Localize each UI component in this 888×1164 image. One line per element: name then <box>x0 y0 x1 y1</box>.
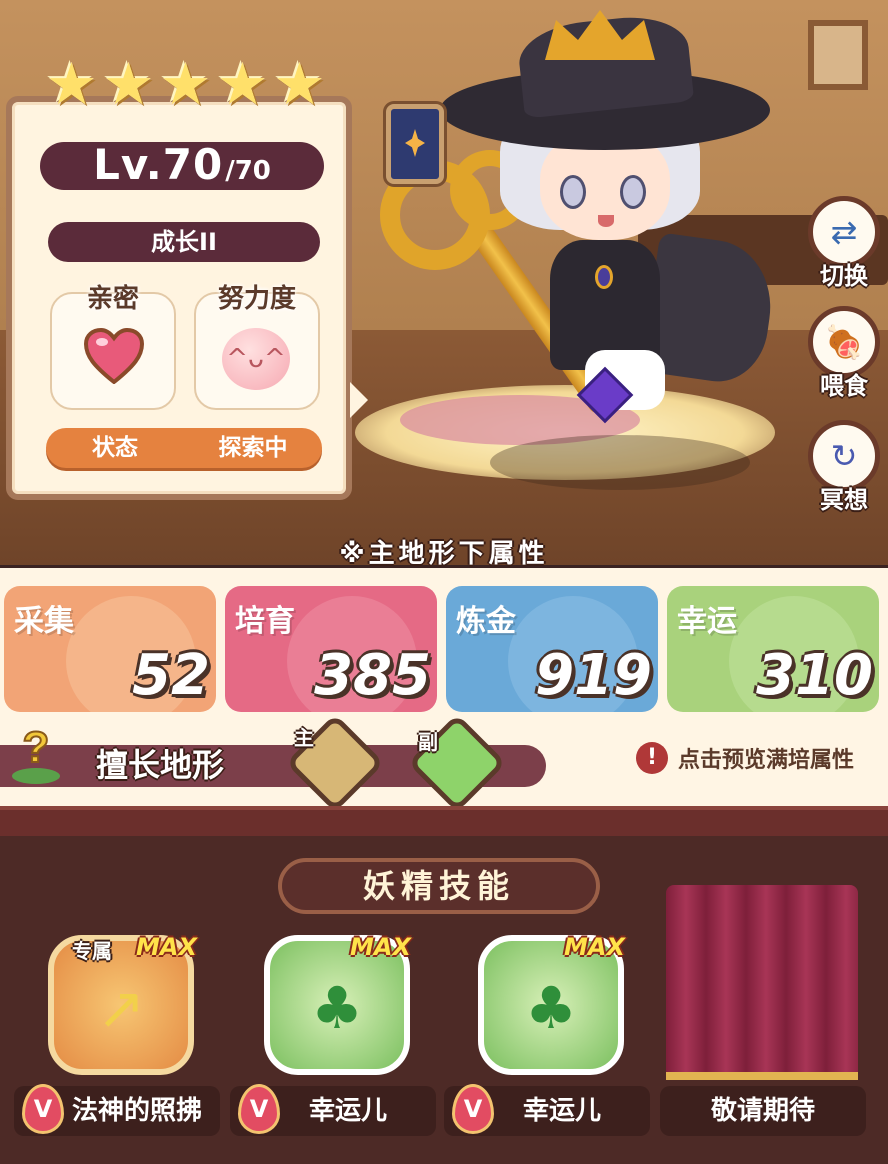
background-frame <box>808 20 868 90</box>
growth-stage: 成长II <box>48 222 320 262</box>
feed-button[interactable]: 🍖 喂食 <box>804 306 884 406</box>
locked-skill-curtain <box>666 885 858 1080</box>
section-divider <box>0 806 888 836</box>
attribute-card-nurture[interactable]: 培育 385 <box>225 586 437 712</box>
status-label: 状态 <box>92 435 138 461</box>
character-eye-right <box>620 175 646 209</box>
attribute-card-luck[interactable]: 幸运 310 <box>667 586 879 712</box>
exclamation-icon: ! <box>636 742 668 774</box>
feed-label: 喂食 <box>820 372 868 400</box>
star-icon: ★ <box>159 50 212 118</box>
meditate-label: 冥想 <box>820 486 868 514</box>
preview-max-link[interactable]: ! 点击预览满培属性 <box>636 742 854 774</box>
level-value: Lv.70 <box>93 140 224 189</box>
info-panel: Lv.70 /70 成长II 亲密 努力度 ^ᴗ^ 状态 探索中 <box>6 96 368 500</box>
smiling-face-icon: ^ᴗ^ <box>222 328 290 390</box>
question-sprout-icon[interactable]: ? <box>10 718 62 786</box>
character-shadow <box>490 435 750 490</box>
switch-button[interactable]: ⇄ 切换 <box>804 196 884 296</box>
effort-label: 努力度 <box>217 284 296 314</box>
main-terrain-tag: 主 <box>294 726 314 750</box>
star-icon: ★ <box>273 50 326 118</box>
skills-title: 妖精技能 <box>278 858 600 914</box>
attribute-value: 385 <box>314 643 431 708</box>
fairy-character[interactable] <box>380 10 800 430</box>
terrain-label: 擅长地形 <box>96 746 225 784</box>
attribute-card-gather[interactable]: 采集 52 <box>4 586 216 712</box>
tarot-card-icon[interactable] <box>386 104 444 184</box>
status-value: 探索中 <box>218 435 288 461</box>
attributes-note: ※主地形下属性 <box>339 539 549 569</box>
max-badge: MAX <box>350 933 411 961</box>
attribute-value: 919 <box>535 643 652 708</box>
attribute-name: 采集 <box>14 604 74 639</box>
attribute-name: 幸运 <box>677 604 737 639</box>
sub-terrain-tag: 副 <box>418 730 438 754</box>
meditate-button[interactable]: ↻ 冥想 <box>804 420 884 520</box>
exclusive-tag: 专属 <box>72 939 112 963</box>
attribute-name: 培育 <box>235 604 295 639</box>
attribute-value: 310 <box>756 643 873 708</box>
skills-title-text: 妖精技能 <box>362 867 515 905</box>
attribute-card-alchemy[interactable]: 炼金 919 <box>446 586 658 712</box>
star-icon: ★ <box>216 50 269 118</box>
level-badge: Lv.70 /70 <box>40 142 324 190</box>
intimacy-label: 亲密 <box>86 284 139 314</box>
skill-name-4: 敬请期待 <box>660 1086 866 1136</box>
heart-icon <box>84 328 144 384</box>
star-rating: ★ ★ ★ ★ ★ <box>44 50 327 118</box>
status-bar: 状态 探索中 <box>46 428 322 468</box>
level-max: /70 <box>225 156 271 186</box>
attribute-value: 52 <box>132 643 210 708</box>
character-mouth <box>598 215 614 227</box>
star-icon: ★ <box>45 50 98 118</box>
preview-text: 点击预览满培属性 <box>678 748 855 773</box>
switch-label: 切换 <box>820 262 868 290</box>
max-badge: MAX <box>564 933 625 961</box>
svg-text:?: ? <box>23 723 50 772</box>
character-gem <box>595 265 613 289</box>
star-icon: ★ <box>102 50 155 118</box>
max-badge: MAX <box>136 933 197 961</box>
character-eye-left <box>560 175 586 209</box>
attribute-name: 炼金 <box>456 604 516 639</box>
